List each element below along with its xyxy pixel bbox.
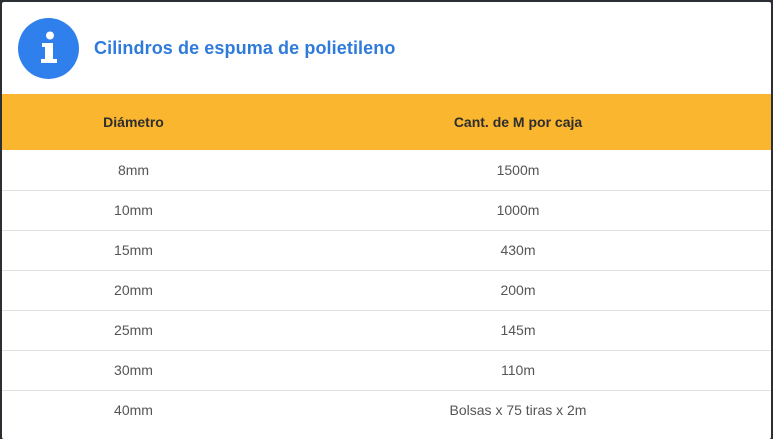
cell-diametro: 40mm — [114, 402, 153, 419]
modal-title: Cilindros de espuma de polietileno — [94, 37, 396, 58]
table-row: 10mm 1000m — [2, 190, 771, 230]
cell-diametro: 8mm — [117, 161, 150, 178]
table-row: 25mm 145m — [2, 310, 771, 350]
cell-diametro: 20mm — [114, 282, 153, 298]
info-glyph-icon — [40, 31, 57, 63]
column-header-cantidad: Cant. de M por caja — [453, 114, 583, 130]
product-table: Diámetro Cant. de M por caja 8mm 1500m 1… — [2, 94, 771, 430]
cell-diametro: 10mm — [114, 202, 153, 218]
table-row: 40mm Bolsas x 75 tiras x 2m — [2, 390, 771, 430]
info-icon — [18, 17, 79, 79]
cell-cantidad: 110m — [501, 362, 535, 378]
cell-cantidad: 145m — [500, 322, 536, 338]
cell-cantidad: Bolsas x 75 tiras x 2m — [449, 402, 587, 419]
cell-diametro: 25mm — [114, 322, 153, 338]
cell-diametro: 30mm — [114, 362, 153, 378]
cell-diametro: 15mm — [114, 242, 153, 258]
cell-cantidad: 200m — [500, 282, 536, 298]
cell-cantidad: 1000m — [496, 202, 540, 218]
table-row: 15mm 430m — [2, 230, 771, 270]
info-modal: Cilindros de espuma de polietileno Diáme… — [2, 2, 771, 439]
table-row: 20mm 200m — [2, 270, 771, 310]
table-row: 30mm 110m — [2, 350, 771, 390]
cell-cantidad: 430m — [500, 242, 536, 258]
table-header-row: Diámetro Cant. de M por caja — [2, 94, 771, 150]
table-row: 8mm 1500m — [2, 150, 771, 190]
modal-header: Cilindros de espuma de polietileno — [2, 2, 771, 94]
column-header-diametro: Diámetro — [103, 114, 164, 130]
cell-cantidad: 1500m — [496, 161, 540, 178]
